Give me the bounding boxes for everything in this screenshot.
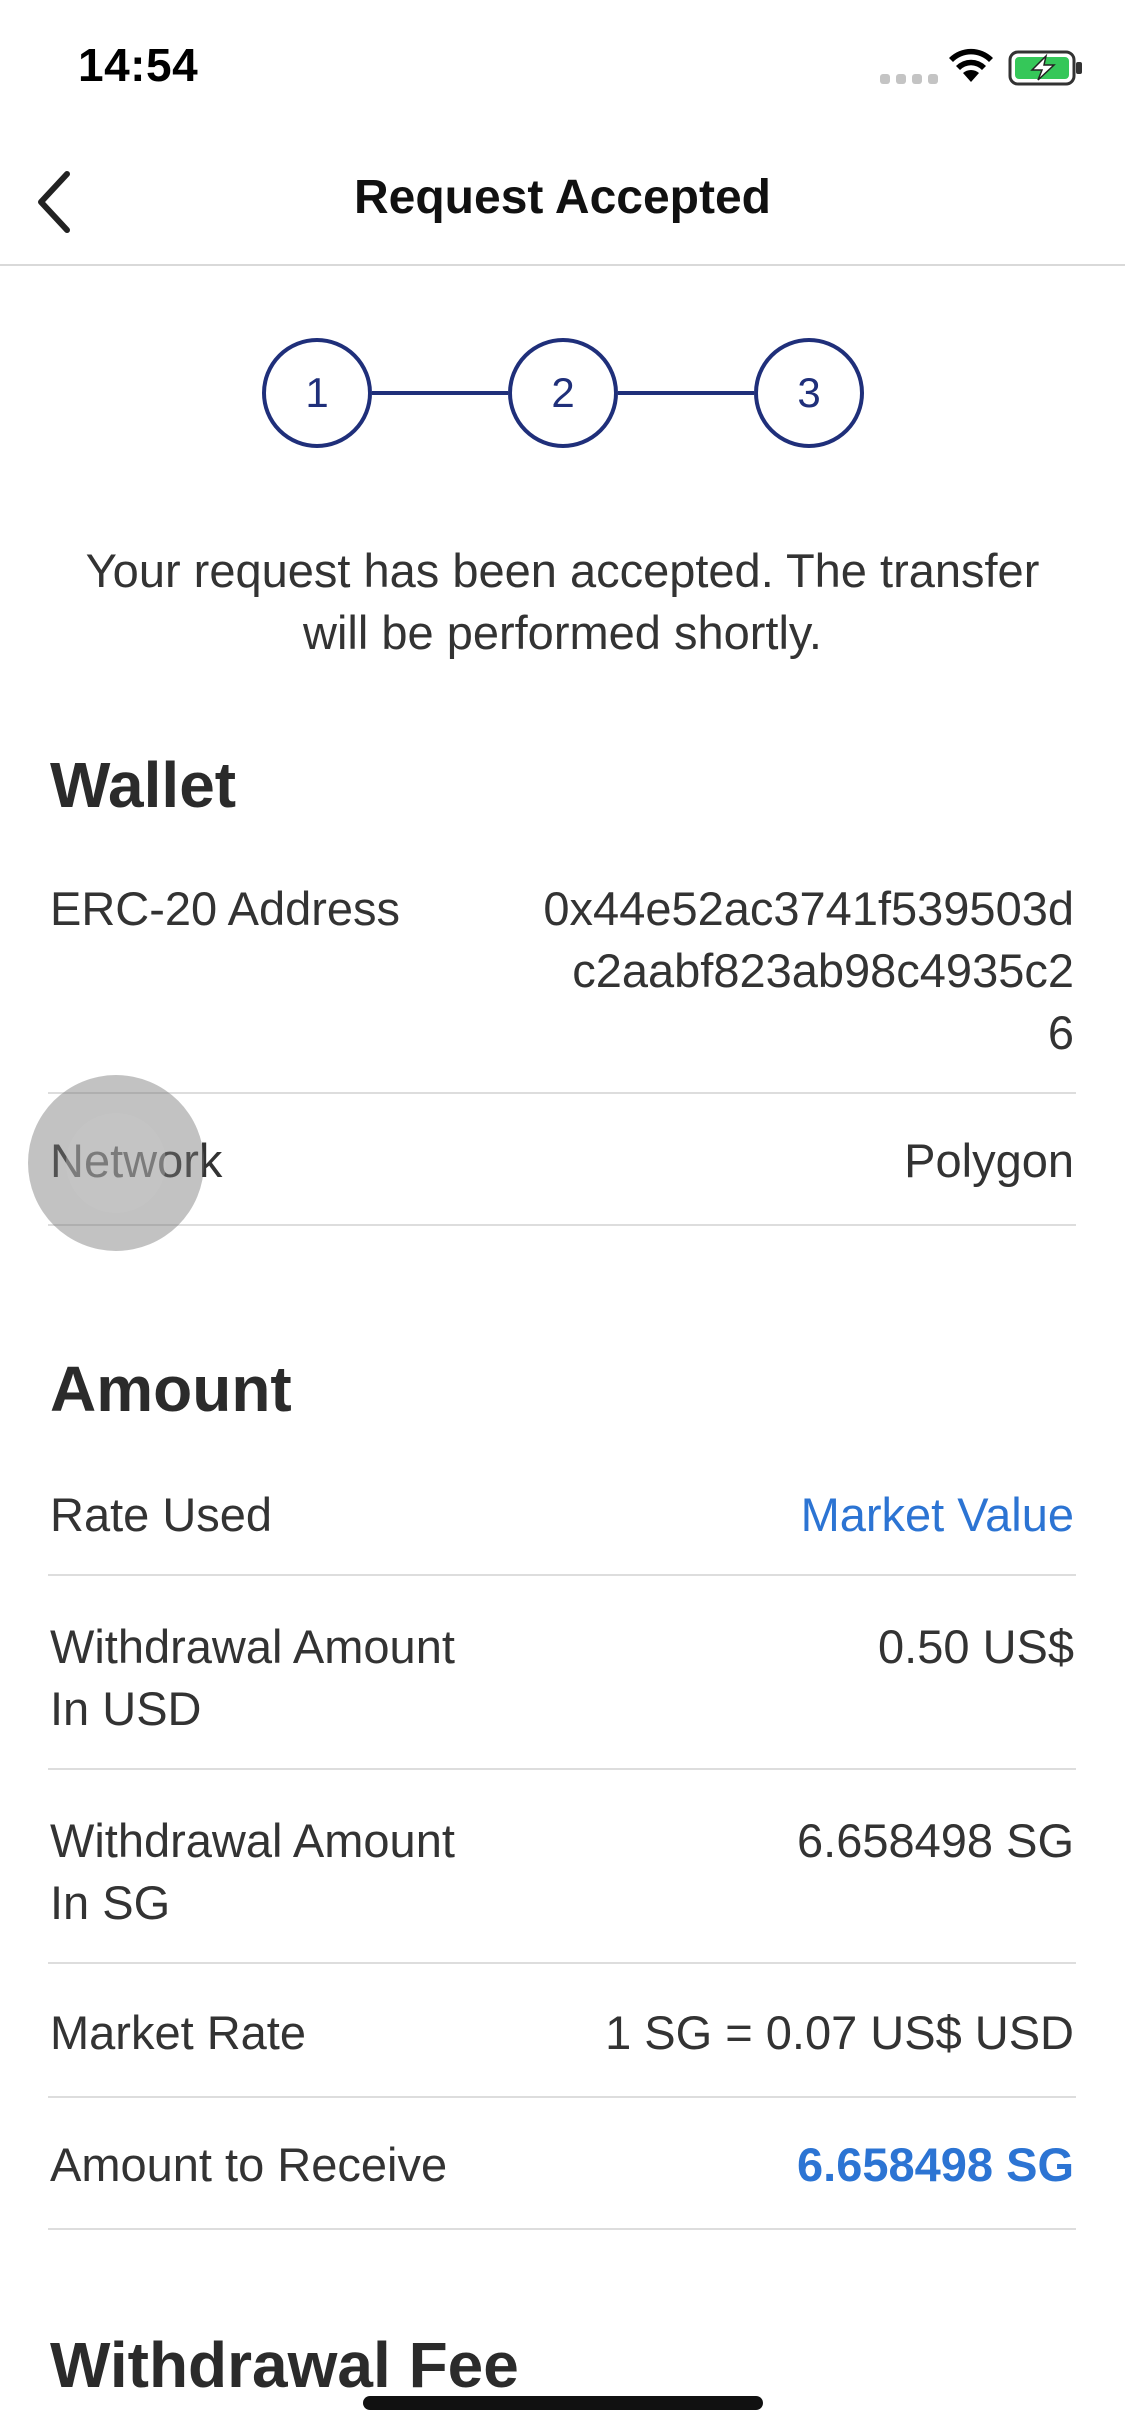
- withdrawal-usd-value: 0.50 US$: [878, 1620, 1074, 1673]
- erc20-address-value: 0x44e52ac3741f539503d c2aabf823ab98c4935…: [543, 882, 1074, 1059]
- amount-row-market-rate: Market Rate 1 SG = 0.07 US$ USD: [48, 1964, 1076, 2098]
- withdrawal-sg-value: 6.658498 SG: [797, 1814, 1074, 1867]
- navigation-bar: Request Accepted: [0, 140, 1125, 266]
- step-1: 1: [262, 338, 372, 448]
- withdrawal-fee-section-title: Withdrawal Fee: [50, 2329, 519, 2401]
- touch-indicator: [28, 1075, 204, 1251]
- confirmation-message: Your request has been accepted. The tran…: [85, 544, 1040, 659]
- wallet-row-address: ERC-20 Address 0x44e52ac3741f539503d c2a…: [48, 870, 1076, 1094]
- amount-to-receive-value: 6.658498 SG: [797, 2138, 1074, 2191]
- status-time: 14:54: [78, 39, 199, 91]
- row-label: ERC-20 Address: [50, 882, 401, 935]
- step-3: 3: [754, 338, 864, 448]
- row-label: Withdrawal Amount In USD: [50, 1620, 455, 1735]
- amount-section-title: Amount: [50, 1353, 292, 1425]
- wifi-icon: [949, 48, 993, 82]
- amount-row-withdrawal-usd: Withdrawal Amount In USD 0.50 US$: [48, 1576, 1076, 1770]
- amount-row-rate-used: Rate Used Market Value: [48, 1474, 1076, 1576]
- step-2: 2: [508, 338, 618, 448]
- row-label: Rate Used: [50, 1488, 273, 1541]
- wallet-section-title: Wallet: [50, 749, 237, 821]
- home-indicator[interactable]: [363, 2396, 763, 2410]
- stepper-connector: [618, 391, 754, 395]
- market-rate-value: 1 SG = 0.07 US$ USD: [605, 2006, 1074, 2059]
- battery-charging-icon: [1008, 50, 1082, 86]
- status-bar: 14:54: [0, 0, 1125, 140]
- page-title: Request Accepted: [354, 171, 771, 224]
- amount-row-receive: Amount to Receive 6.658498 SG: [48, 2098, 1076, 2230]
- row-label: Withdrawal Amount In SG: [50, 1814, 455, 1929]
- network-value: Polygon: [904, 1134, 1074, 1187]
- row-label: Amount to Receive: [50, 2138, 448, 2191]
- cellular-signal-icon: [880, 74, 938, 84]
- stepper-connector: [372, 391, 508, 395]
- row-label: Market Rate: [50, 2006, 306, 2059]
- market-value-link[interactable]: Market Value: [801, 1484, 1074, 1546]
- amount-row-withdrawal-sg: Withdrawal Amount In SG 6.658498 SG: [48, 1770, 1076, 1964]
- progress-stepper: 1 2 3: [262, 338, 864, 448]
